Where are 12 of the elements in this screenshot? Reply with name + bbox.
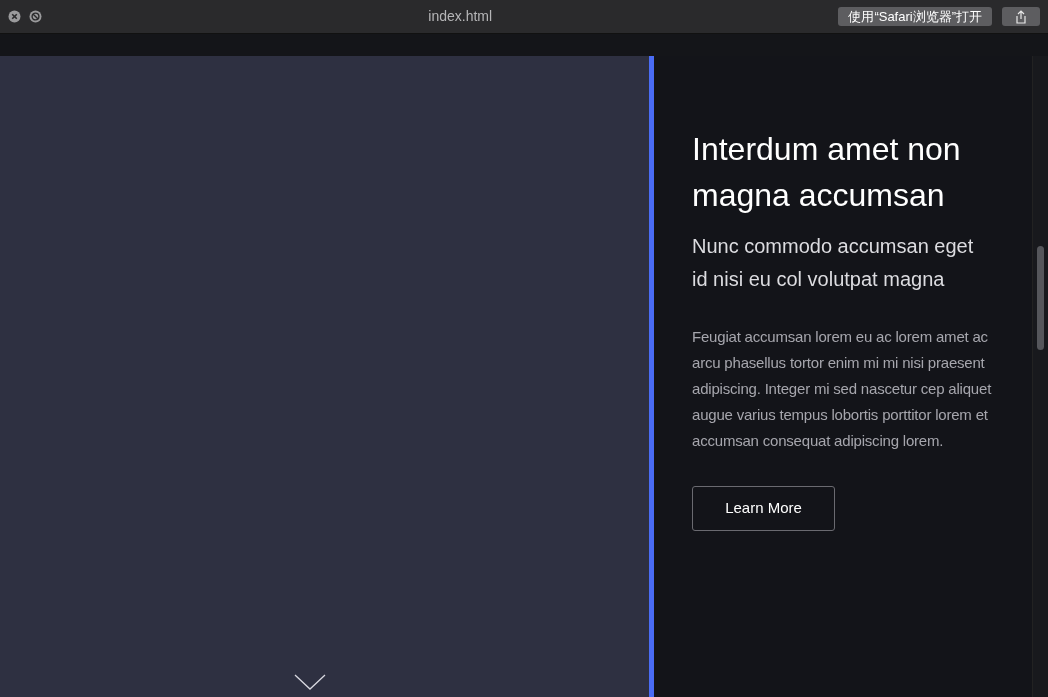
window-title: index.html [428, 7, 493, 26]
close-icon[interactable] [8, 10, 21, 23]
banner-body: Feugiat accumsan lorem eu ac lorem amet ac arcu phasellus tortor enim mi mi nisi praesent adipiscing. Integer mi sed nascetur cep aliquet augue varius tempus lobortis porttitor lorem et accumsan consequat adipiscing lorem. [692, 327, 993, 451]
share-button[interactable] [1002, 7, 1040, 26]
block-icon[interactable] [29, 10, 42, 23]
banner-subheading: Nunc commodo accumsan eget id nisi eu col volutpat magna [692, 234, 975, 292]
open-in-safari-button[interactable]: 使用“Safari浏览器”打开 [838, 7, 992, 26]
share-icon [1015, 9, 1027, 24]
chevron-down-icon[interactable] [293, 674, 326, 690]
banner-heading: Interdum amet non magna accumsan [692, 130, 962, 215]
learn-more-button[interactable]: Learn More [692, 486, 835, 531]
scrollbar-thumb[interactable] [1037, 246, 1044, 350]
